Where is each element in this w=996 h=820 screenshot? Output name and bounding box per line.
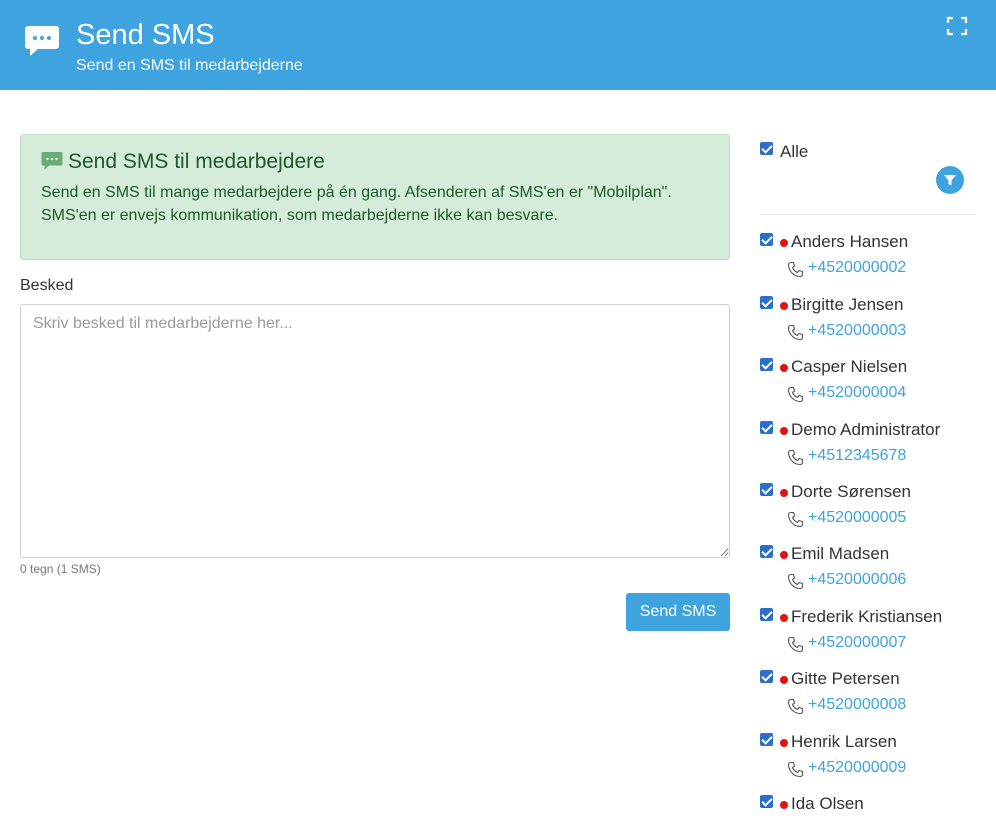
status-dot (780, 614, 788, 622)
expand-icon[interactable] (946, 16, 968, 36)
phone-icon (787, 761, 804, 778)
alert-line-2: SMS'en er envejs kommunikation, som meda… (41, 207, 559, 224)
recipient-item: Birgitte Jensen +4520000003 (760, 295, 990, 356)
filter-icon (944, 175, 956, 186)
recipient-item: Dorte Sørensen +4520000005 (760, 482, 990, 543)
phone-icon (787, 636, 804, 653)
recipient-checkbox[interactable] (760, 233, 773, 246)
phone-icon (787, 324, 804, 341)
sms-icon (25, 26, 59, 56)
recipient-name: Birgitte Jensen (791, 295, 904, 314)
recipient-name: Demo Administrator (791, 420, 941, 439)
select-all-checkbox[interactable] (760, 142, 773, 155)
recipient-name: Henrik Larsen (791, 732, 897, 751)
status-dot (780, 739, 788, 747)
status-dot (780, 551, 788, 559)
recipient-checkbox[interactable] (760, 483, 773, 496)
status-dot (780, 239, 788, 247)
recipient-item: Ida Olsen (760, 794, 990, 820)
recipient-name: Ida Olsen (791, 794, 864, 813)
recipient-item: Frederik Kristiansen +4520000007 (760, 607, 990, 668)
recipient-name: Gitte Petersen (791, 669, 900, 688)
recipient-item: Henrik Larsen +4520000009 (760, 732, 990, 793)
alert-body: Send en SMS til mange medarbejdere på én… (41, 181, 711, 227)
recipient-checkbox[interactable] (760, 545, 773, 558)
phone-icon (787, 511, 804, 528)
recipient-phone-link[interactable]: +4520000002 (808, 259, 906, 277)
recipient-item: Anders Hansen +4520000002 (760, 232, 990, 293)
recipient-item: Gitte Petersen +4520000008 (760, 669, 990, 730)
alert-title: Send SMS til medarbejdere (68, 150, 325, 173)
char-count: 0 tegn (1 SMS) (20, 562, 101, 576)
phone-icon (787, 698, 804, 715)
recipient-name: Anders Hansen (791, 232, 909, 251)
recipient-phone-link[interactable]: +4512345678 (808, 447, 906, 465)
recipient-phone-link[interactable]: +4520000008 (808, 696, 906, 714)
recipient-checkbox[interactable] (760, 670, 773, 683)
page-subtitle: Send en SMS til medarbejderne (76, 57, 303, 74)
page-title: Send SMS (76, 19, 215, 51)
send-sms-button[interactable]: Send SMS (626, 593, 730, 631)
status-dot (780, 427, 788, 435)
status-dot (780, 801, 788, 809)
recipient-phone-link[interactable]: +4520000009 (808, 759, 906, 777)
recipient-phone-link[interactable]: +4520000004 (808, 384, 906, 402)
recipient-phone-link[interactable]: +4520000005 (808, 509, 906, 527)
message-input[interactable] (20, 304, 730, 558)
recipient-name: Dorte Sørensen (791, 482, 911, 501)
recipient-checkbox[interactable] (760, 733, 773, 746)
phone-icon (787, 386, 804, 403)
status-dot (780, 676, 788, 684)
alert-line-1: Send en SMS til mange medarbejdere på én… (41, 184, 672, 201)
recipient-name: Emil Madsen (791, 544, 890, 563)
recipient-checkbox[interactable] (760, 795, 773, 808)
recipient-name: Casper Nielsen (791, 357, 908, 376)
recipient-phone-link[interactable]: +4520000006 (808, 571, 906, 589)
status-dot (780, 364, 788, 372)
status-dot (780, 302, 788, 310)
recipient-item: Emil Madsen +4520000006 (760, 544, 990, 605)
message-label: Besked (20, 277, 74, 294)
recipient-item: Demo Administrator +4512345678 (760, 420, 990, 481)
recipient-checkbox[interactable] (760, 296, 773, 309)
recipient-checkbox[interactable] (760, 608, 773, 621)
phone-icon (787, 573, 804, 590)
recipient-phone-link[interactable]: +4520000007 (808, 634, 906, 652)
divider (760, 214, 976, 215)
select-all-label: Alle (780, 142, 809, 161)
info-alert: Send SMS til medarbejdere Send en SMS ti… (20, 134, 730, 260)
recipient-checkbox[interactable] (760, 358, 773, 371)
status-dot (780, 489, 788, 497)
phone-icon (787, 261, 804, 278)
recipient-name: Frederik Kristiansen (791, 607, 943, 626)
page-header: Send SMS Send en SMS til medarbejderne (0, 0, 996, 90)
sms-icon (41, 152, 63, 170)
recipient-checkbox[interactable] (760, 421, 773, 434)
phone-icon (787, 449, 804, 466)
filter-button[interactable] (936, 166, 964, 194)
recipient-phone-link[interactable]: +4520000003 (808, 322, 906, 340)
recipient-item: Casper Nielsen +4520000004 (760, 357, 990, 418)
